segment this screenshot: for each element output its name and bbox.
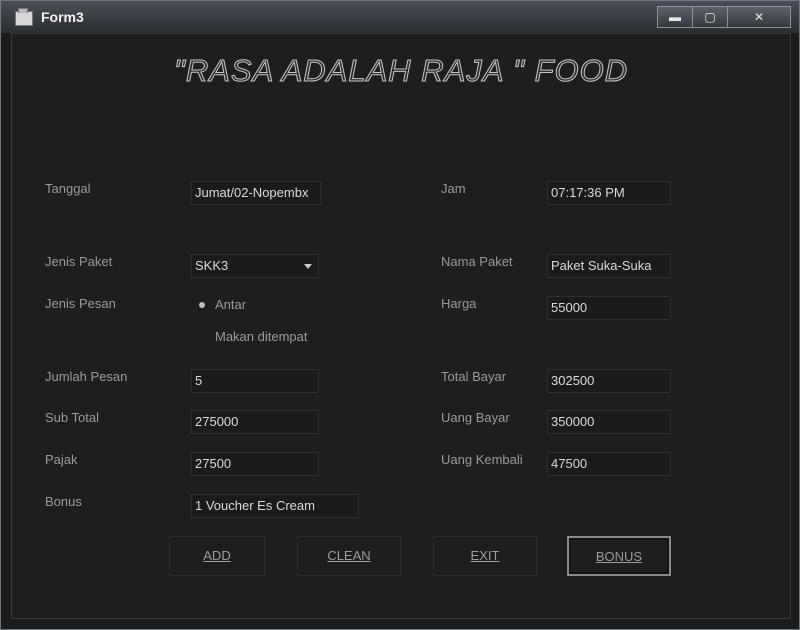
- title-bar[interactable]: Form3 ▬ ▢ ✕: [1, 1, 799, 33]
- exit-button[interactable]: EXIT: [433, 536, 537, 576]
- radio-antar-dot[interactable]: [199, 302, 205, 308]
- window-title: Form3: [41, 9, 84, 25]
- jenis-paket-selected: SKK3: [195, 258, 229, 273]
- uang-kembali-field[interactable]: 47500: [547, 452, 671, 476]
- pajak-label: Pajak: [45, 452, 78, 467]
- total-bayar-field[interactable]: 302500: [547, 369, 671, 393]
- tanggal-field[interactable]: Jumat/02-Nopembx: [191, 181, 321, 205]
- jumlah-pesan-label: Jumlah Pesan: [45, 369, 128, 384]
- jenis-paket-dropdown[interactable]: SKK3: [191, 254, 319, 278]
- jenis-paket-label: Jenis Paket: [45, 254, 113, 269]
- sub-total-field[interactable]: 275000: [191, 410, 319, 434]
- uang-bayar-label: Uang Bayar: [441, 410, 510, 425]
- total-bayar-label: Total Bayar: [441, 369, 507, 384]
- add-button[interactable]: ADD: [169, 536, 265, 576]
- jumlah-pesan-field[interactable]: 5: [191, 369, 319, 393]
- bonus-button[interactable]: BONUS: [567, 536, 671, 576]
- jenis-pesan-label: Jenis Pesan: [45, 296, 116, 311]
- bonus-label: Bonus: [45, 494, 82, 509]
- bonus-field[interactable]: 1 Voucher Es Cream: [191, 494, 359, 518]
- nama-paket-field[interactable]: Paket Suka-Suka: [547, 254, 671, 278]
- form-client-area: [11, 33, 791, 619]
- radio-antar-label[interactable]: Antar: [215, 297, 246, 312]
- pajak-field[interactable]: 27500: [191, 452, 319, 476]
- clean-button[interactable]: CLEAN: [297, 536, 401, 576]
- minimize-button[interactable]: ▬: [657, 6, 693, 28]
- chevron-down-icon[interactable]: [304, 264, 312, 269]
- maximize-button[interactable]: ▢: [692, 6, 728, 28]
- jam-field[interactable]: 07:17:36 PM: [547, 181, 671, 205]
- uang-kembali-label: Uang Kembali: [441, 452, 523, 467]
- jam-label: Jam: [441, 181, 466, 196]
- tanggal-label: Tanggal: [45, 181, 91, 196]
- radio-makan-ditempat-label[interactable]: Makan ditempat: [215, 329, 308, 344]
- harga-field[interactable]: 55000: [547, 296, 671, 320]
- page-title: "RASA ADALAH RAJA " FOOD: [173, 53, 629, 89]
- nama-paket-label: Nama Paket: [441, 254, 513, 269]
- harga-label: Harga: [441, 296, 477, 311]
- uang-bayar-field[interactable]: 350000: [547, 410, 671, 434]
- close-button[interactable]: ✕: [727, 6, 791, 28]
- folder-icon: [15, 8, 33, 26]
- sub-total-label: Sub Total: [45, 410, 99, 425]
- form3-window: Form3 ▬ ▢ ✕ "RASA ADALAH RAJA " FOOD Tan…: [0, 0, 800, 630]
